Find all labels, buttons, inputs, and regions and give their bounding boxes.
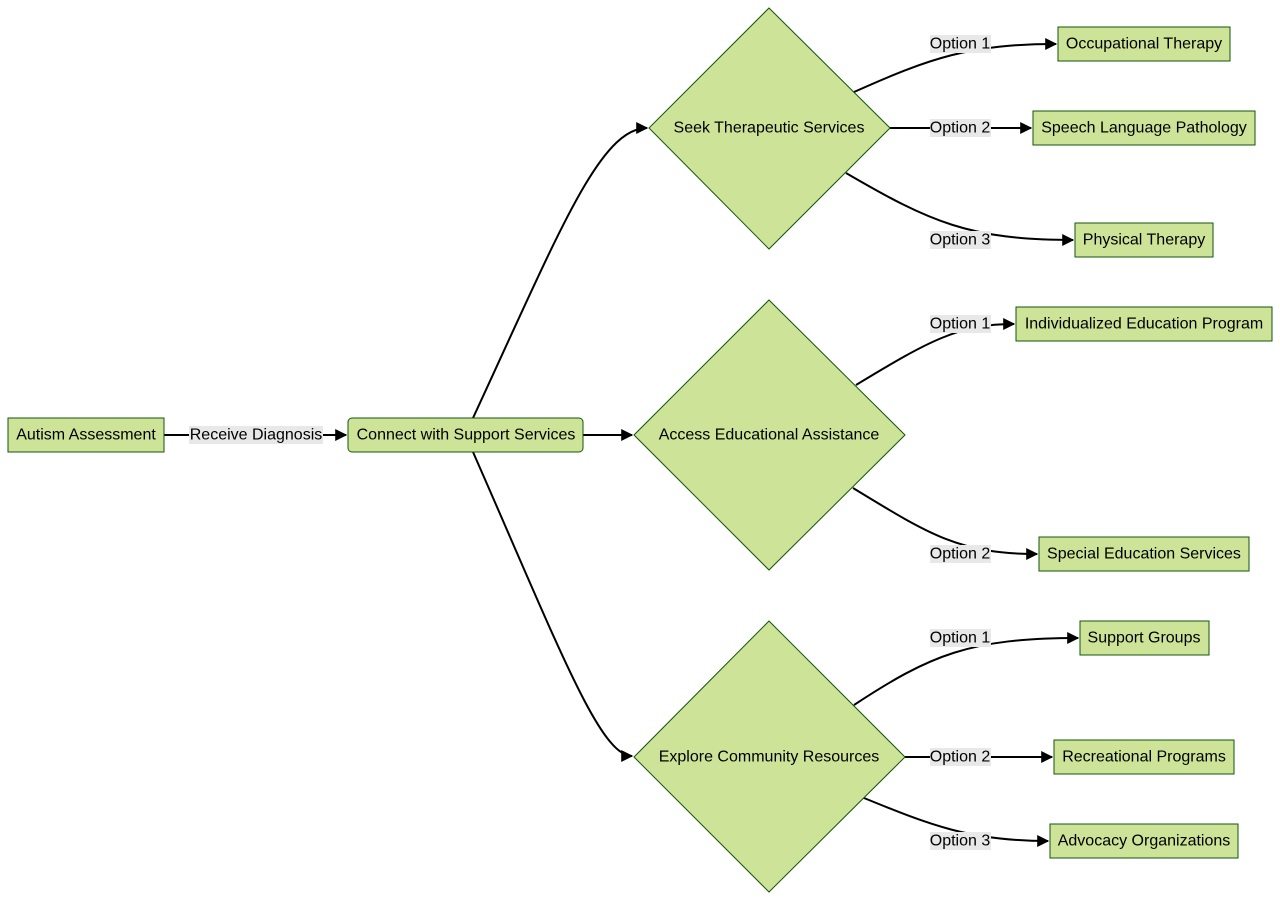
node-ses: Special Education Services xyxy=(1038,536,1250,572)
edge-label: Option 1 xyxy=(930,36,991,53)
node-ao: Advocacy Organizations xyxy=(1049,823,1239,859)
edge-educational-ses xyxy=(852,487,1039,560)
node-connect: Connect with Support Services xyxy=(347,417,584,453)
node-label: Special Education Services xyxy=(1047,546,1241,563)
edge-label: Option 2 xyxy=(930,749,991,766)
edge-label: Option 3 xyxy=(930,833,991,850)
node-label: Occupational Therapy xyxy=(1066,36,1222,53)
edge-label: Option 2 xyxy=(930,546,991,563)
decision-therapeutic: Seek Therapeutic Services xyxy=(648,7,891,250)
edge-label: Option 1 xyxy=(930,630,991,647)
node-label: Individualized Education Program xyxy=(1025,316,1263,333)
edge-therapeutic-pt xyxy=(845,172,1075,246)
node-rp: Recreational Programs xyxy=(1053,739,1235,775)
node-label: Recreational Programs xyxy=(1062,749,1226,766)
edge-connect-therapeutic xyxy=(472,122,649,419)
edge-educational-iep xyxy=(855,318,1016,386)
edge-community-sg xyxy=(853,632,1080,706)
node-label: Connect with Support Services xyxy=(357,427,576,444)
node-label: Advocacy Organizations xyxy=(1058,833,1231,850)
node-ot: Occupational Therapy xyxy=(1057,26,1231,62)
edge-label: Option 1 xyxy=(930,316,991,333)
node-assessment: Autism Assessment xyxy=(7,417,165,453)
node-sg: Support Groups xyxy=(1079,620,1210,656)
edge-label-diagnosis: Receive Diagnosis xyxy=(190,427,323,444)
edge-connect-community xyxy=(472,451,634,762)
flowchart: Receive Diagnosis Option 1 Option 2 Opti… xyxy=(7,7,1273,893)
node-label: Access Educational Assistance xyxy=(659,427,880,444)
node-label: Explore Community Resources xyxy=(659,749,880,766)
edge-label: Option 2 xyxy=(930,120,991,137)
node-label: Speech Language Pathology xyxy=(1041,120,1247,137)
decision-community: Explore Community Resources xyxy=(633,620,906,893)
edge-label: Option 3 xyxy=(930,232,991,249)
node-label: Physical Therapy xyxy=(1083,232,1205,249)
node-label: Autism Assessment xyxy=(16,427,156,444)
decision-educational: Access Educational Assistance xyxy=(633,299,906,571)
node-pt: Physical Therapy xyxy=(1074,222,1214,258)
node-slp: Speech Language Pathology xyxy=(1032,110,1256,146)
node-label: Support Groups xyxy=(1088,630,1201,647)
node-label: Seek Therapeutic Services xyxy=(674,120,865,137)
node-iep: Individualized Education Program xyxy=(1015,306,1273,342)
